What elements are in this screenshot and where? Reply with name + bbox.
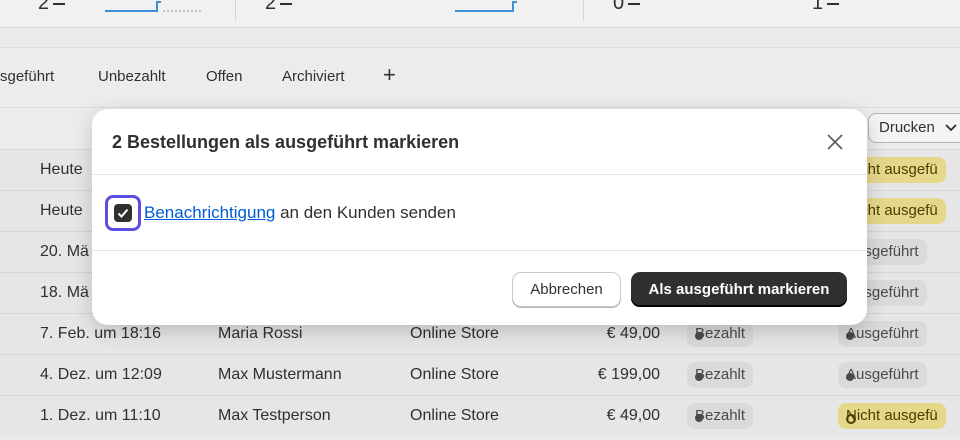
status-dot-icon [695, 332, 703, 340]
tab-open[interactable]: Offen [206, 68, 242, 85]
order-channel: Online Store [410, 366, 499, 383]
order-channel: Online Store [410, 407, 499, 424]
order-date: Heute [40, 202, 83, 219]
chevron-down-icon [945, 124, 957, 132]
metric-value: 2 [265, 0, 293, 15]
notify-customer-checkbox[interactable] [114, 204, 132, 222]
notification-link[interactable]: Benachrichtigung [144, 203, 275, 222]
status-dot-icon [695, 373, 703, 381]
notify-label: Benachrichtigung an den Kunden senden [144, 203, 456, 222]
table-row[interactable]: 4. Dez. um 12:09 Max Mustermann Online Sto… [0, 354, 960, 395]
fulfillment-status-badge: Nicht ausgefü [838, 403, 946, 429]
order-date: 7. Feb. um 18:16 [40, 325, 161, 342]
status-dot-icon [846, 332, 854, 340]
order-date: Heute [40, 161, 83, 178]
order-date: 1. Dez. um 11:10 [40, 407, 161, 424]
modal-title: 2 Bestellungen als ausgeführt markieren [112, 132, 460, 152]
modal-body: Benachrichtigung an den Kunden senden [92, 175, 867, 251]
order-customer: Max Mustermann [218, 366, 342, 383]
sparkline [455, 1, 517, 12]
metric-value: 2 [38, 0, 66, 15]
order-channel: Online Store [410, 325, 499, 342]
metrics-strip: 2 2 0 1 [0, 0, 960, 28]
order-date: 4. Dez. um 12:09 [40, 366, 162, 383]
table-row[interactable]: 1. Dez. um 11:10 Max Testperson Online Sto… [0, 395, 960, 436]
order-date: 18. Mä [40, 284, 89, 301]
tab-archived[interactable]: Archiviert [282, 68, 345, 85]
cancel-button[interactable]: Abbrechen [512, 272, 621, 307]
modal-header: 2 Bestellungen als ausgeführt markieren [92, 109, 867, 175]
checkmark-icon [117, 208, 129, 218]
sparkline [105, 1, 203, 12]
order-total: € 199,00 [597, 366, 660, 383]
order-customer: Maria Rossi [218, 325, 303, 342]
mark-as-fulfilled-button[interactable]: Als ausgeführt markieren [631, 272, 847, 307]
payment-status-badge: Bezahlt [687, 403, 754, 429]
status-dot-icon [846, 373, 854, 381]
status-dot-icon [695, 414, 703, 422]
payment-status-badge: Bezahlt [687, 362, 754, 388]
order-total: € 49,00 [606, 407, 660, 424]
tab-fulfilled[interactable]: sgeführt [0, 68, 54, 85]
metric-value: 1 [812, 0, 840, 15]
close-icon[interactable] [824, 131, 846, 153]
fulfillment-status-badge: Ausgeführt [838, 362, 927, 388]
status-ring-icon [846, 414, 856, 424]
notify-checkbox-focus-ring [105, 195, 141, 231]
metric-value: 0 [613, 0, 641, 15]
order-total: € 49,00 [606, 325, 660, 342]
modal-footer: Abbrechen Als ausgeführt markieren [92, 251, 867, 325]
print-button[interactable]: Drucken [868, 113, 960, 143]
order-tabs: sgeführt Unbezahlt Offen Archiviert + [0, 47, 960, 107]
tab-unpaid[interactable]: Unbezahlt [98, 68, 166, 85]
order-customer: Max Testperson [218, 407, 331, 424]
mark-fulfilled-modal: 2 Bestellungen als ausgeführt markieren … [92, 109, 867, 325]
add-tab-button[interactable]: + [383, 62, 396, 88]
order-date: 20. Mä [40, 243, 89, 260]
